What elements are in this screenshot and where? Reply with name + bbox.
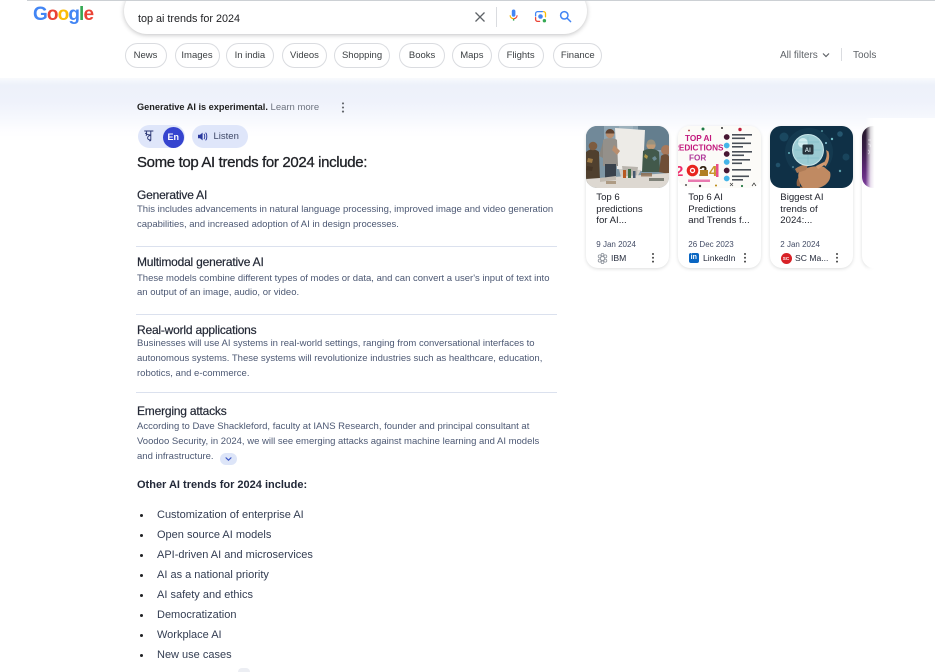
svg-text:2: 2 (678, 163, 683, 180)
svg-text:REDICTIONS: REDICTIONS (678, 144, 724, 153)
svg-text:AI: AI (805, 148, 811, 154)
svg-text:TOP AI: TOP AI (685, 134, 712, 143)
svg-text:FOR: FOR (689, 154, 706, 163)
